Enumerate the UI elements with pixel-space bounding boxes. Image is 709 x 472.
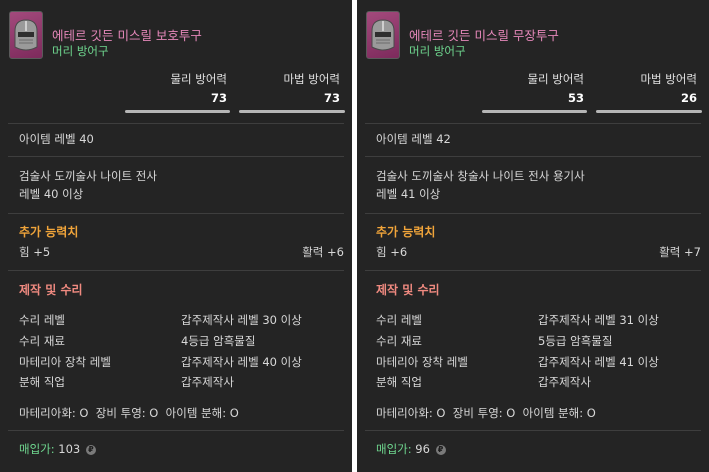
item-name: 에테르 깃든 미스릴 무장투구 — [409, 28, 559, 43]
divider — [365, 213, 701, 214]
desynthesis-class-value: 갑주제작사 — [538, 375, 591, 389]
item-level: 아이템 레벨 42 — [376, 132, 451, 146]
crafting-repair-title: 제작 및 수리 — [376, 283, 440, 297]
magic-defense-label: 마법 방어력 — [640, 72, 697, 86]
sell-price: 매입가: 96 ₽ — [376, 441, 446, 457]
physical-defense-value: 73 — [210, 91, 227, 105]
item-type: 머리 방어구 — [409, 44, 466, 58]
divider — [8, 123, 344, 124]
bonus-stat-strength: 힘 +6 — [376, 245, 408, 259]
divider — [365, 430, 701, 431]
bonus-stat-strength: 힘 +5 — [19, 245, 51, 259]
helmet-icon — [366, 11, 400, 59]
materia-level-label: 마테리아 장착 레벨 — [19, 355, 111, 369]
desynthesis-class-label: 분해 직업 — [376, 375, 422, 389]
repair-level-value: 갑주제작사 레벨 31 이상 — [538, 313, 659, 327]
desynthesis-class-value: 갑주제작사 — [181, 375, 234, 389]
materia-level-value: 갑주제작사 레벨 41 이상 — [538, 355, 659, 369]
divider — [365, 123, 701, 124]
repair-material-label: 수리 재료 — [19, 334, 65, 348]
item-tooltip-right: 에테르 깃든 미스릴 무장투구 머리 방어구 물리 방어력 마법 방어력 53 … — [357, 0, 709, 472]
physical-defense-bar — [482, 110, 587, 113]
physical-defense-bar — [125, 110, 230, 113]
level-requirement: 레벨 40 이상 — [19, 187, 84, 201]
bonus-stats-title: 추가 능력치 — [376, 225, 436, 239]
item-level: 아이템 레벨 40 — [19, 132, 94, 146]
bonus-stat-vitality: 활력 +7 — [659, 245, 701, 259]
helmet-icon — [9, 11, 43, 59]
item-name: 에테르 깃든 미스릴 보호투구 — [52, 28, 202, 43]
level-requirement: 레벨 41 이상 — [376, 187, 441, 201]
divider — [8, 430, 344, 431]
materia-level-label: 마테리아 장착 레벨 — [376, 355, 468, 369]
divider — [8, 213, 344, 214]
bonus-stats-title: 추가 능력치 — [19, 225, 79, 239]
repair-material-label: 수리 재료 — [376, 334, 422, 348]
sell-price: 매입가: 103 ₽ — [19, 441, 96, 457]
repair-level-label: 수리 레벨 — [376, 313, 422, 327]
divider — [365, 270, 701, 271]
sell-price-label: 매입가: — [19, 442, 55, 456]
gil-icon: ₽ — [85, 445, 96, 455]
item-flags: 마테리아화: O 장비 투영: O 아이템 분해: O — [19, 406, 239, 420]
magic-defense-bar — [596, 110, 702, 113]
gil-icon: ₽ — [435, 445, 446, 455]
divider — [8, 270, 344, 271]
equippable-jobs: 검술사 도끼술사 나이트 전사 — [19, 169, 157, 183]
sell-price-value: 103 — [58, 442, 81, 456]
equippable-jobs: 검술사 도끼술사 창술사 나이트 전사 용기사 — [376, 169, 585, 183]
repair-material-value: 4등급 암흑물질 — [181, 334, 256, 348]
sell-price-value: 96 — [415, 442, 430, 456]
sell-price-label: 매입가: — [376, 442, 412, 456]
bonus-stat-vitality: 활력 +6 — [302, 245, 344, 259]
divider — [365, 156, 701, 157]
materia-level-value: 갑주제작사 레벨 40 이상 — [181, 355, 302, 369]
magic-defense-label: 마법 방어력 — [283, 72, 340, 86]
item-flags: 마테리아화: O 장비 투영: O 아이템 분해: O — [376, 406, 596, 420]
physical-defense-label: 물리 방어력 — [527, 72, 584, 86]
repair-level-label: 수리 레벨 — [19, 313, 65, 327]
magic-defense-value: 73 — [323, 91, 340, 105]
item-tooltip-left: 에테르 깃든 미스릴 보호투구 머리 방어구 물리 방어력 마법 방어력 73 … — [0, 0, 352, 472]
crafting-repair-title: 제작 및 수리 — [19, 283, 83, 297]
magic-defense-value: 26 — [680, 91, 697, 105]
physical-defense-label: 물리 방어력 — [170, 72, 227, 86]
magic-defense-bar — [239, 110, 345, 113]
repair-level-value: 갑주제작사 레벨 30 이상 — [181, 313, 302, 327]
desynthesis-class-label: 분해 직업 — [19, 375, 65, 389]
divider — [8, 156, 344, 157]
repair-material-value: 5등급 암흑물질 — [538, 334, 613, 348]
physical-defense-value: 53 — [567, 91, 584, 105]
item-type: 머리 방어구 — [52, 44, 109, 58]
